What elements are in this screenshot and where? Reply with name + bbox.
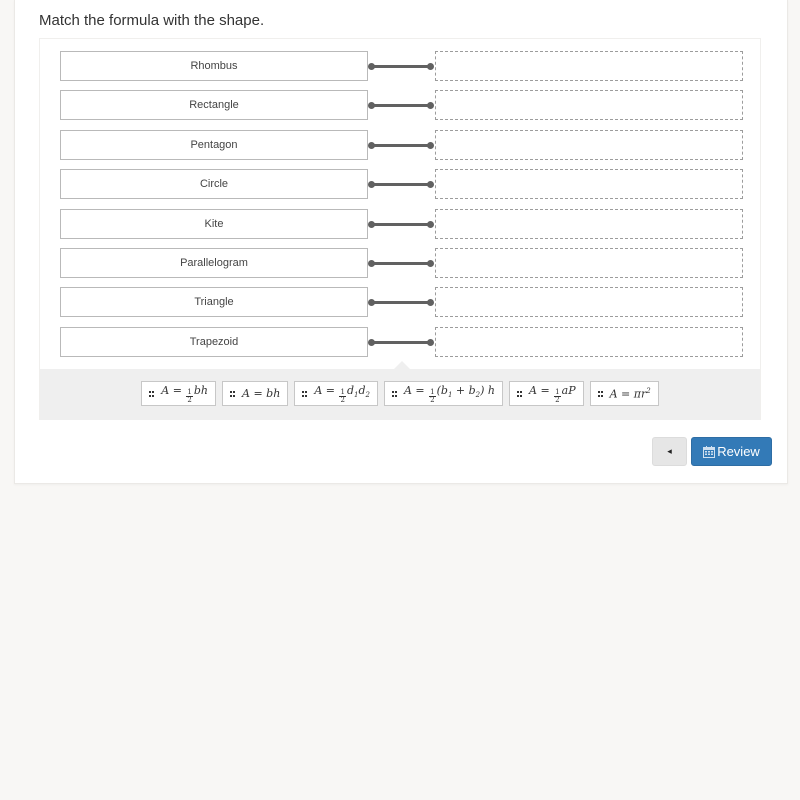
caret-left-icon: ◂ <box>667 446 672 456</box>
connector <box>368 63 434 70</box>
connector-line <box>371 183 431 187</box>
connector-dot-icon <box>368 338 375 346</box>
connector-dot-icon <box>427 63 434 70</box>
formula-text: A = πr2 <box>609 386 651 401</box>
match-row: Triangle <box>60 287 743 318</box>
connector <box>368 260 434 267</box>
shape-label: Triangle <box>60 287 368 318</box>
review-label: Review <box>717 444 760 459</box>
connector-dot-icon <box>368 102 375 110</box>
formula-text: A = 1 2 (b1 + b2) h <box>403 383 496 404</box>
connector <box>368 141 434 149</box>
connector-dot-icon <box>427 181 434 189</box>
drag-handle-icon <box>391 390 397 397</box>
match-row: Rhombus <box>60 51 743 81</box>
connector-dot-icon <box>427 220 434 228</box>
drag-handle-icon <box>597 390 603 397</box>
drag-handle-icon <box>517 390 523 397</box>
drop-target[interactable] <box>435 90 743 121</box>
formula-chip-half-bh[interactable]: A = 1 2 bh <box>141 381 217 406</box>
shape-label: Parallelogram <box>60 248 368 278</box>
connector-line <box>371 340 431 344</box>
connector-dot-icon <box>427 141 434 149</box>
drop-target[interactable] <box>435 248 743 278</box>
match-row: Pentagon <box>60 129 743 160</box>
drop-target[interactable] <box>435 208 743 239</box>
question-prompt: Match the formula with the shape. <box>39 12 265 29</box>
match-row: Rectangle <box>60 90 743 121</box>
drop-target[interactable] <box>435 287 743 318</box>
connector-dot-icon <box>427 260 434 267</box>
connector-line <box>371 143 431 147</box>
formula-chip-pi-r2[interactable]: A = πr2 <box>589 381 659 406</box>
formula-chip-half-aP[interactable]: A = 1 2 aP <box>509 381 584 406</box>
formula-text: A = 1 2 aP <box>529 383 576 404</box>
shape-label: Rectangle <box>60 90 368 121</box>
formula-text: A = 1 2 bh <box>161 383 209 404</box>
drop-target[interactable] <box>435 129 743 160</box>
connector <box>368 220 434 228</box>
connector-dot-icon <box>368 181 375 189</box>
connector-dot-icon <box>368 141 375 149</box>
matching-panel: Rhombus Rectangle Pentagon Circle Kite Parall… <box>39 38 761 420</box>
formula-text: A = 1 2 d1d2 <box>314 383 370 404</box>
connector-dot-icon <box>427 299 434 307</box>
connector <box>368 299 434 307</box>
formula-chip-half-d1d2[interactable]: A = 1 2 d1d2 <box>294 381 378 406</box>
shape-label: Circle <box>60 169 368 200</box>
drag-handle-icon <box>149 390 155 397</box>
review-button[interactable]: Review <box>691 437 772 466</box>
match-row: Kite <box>60 208 743 239</box>
connector-dot-icon <box>368 63 375 70</box>
connector-dot-icon <box>427 338 434 346</box>
shape-label: Kite <box>60 208 368 239</box>
connector-line <box>371 65 431 68</box>
match-row: Parallelogram <box>60 248 743 278</box>
formula-text: A = bh <box>242 387 281 400</box>
connector-dot-icon <box>368 260 375 267</box>
drag-handle-icon <box>302 390 308 397</box>
tray-caret <box>394 361 410 369</box>
match-row: Trapezoid <box>60 326 743 357</box>
drop-target[interactable] <box>435 326 743 357</box>
connector-dot-icon <box>368 299 375 307</box>
drop-target[interactable] <box>435 51 743 81</box>
connector <box>368 181 434 189</box>
back-button[interactable]: ◂ <box>652 437 687 466</box>
formula-chip-half-b1b2-h[interactable]: A = 1 2 (b1 + b2) h <box>383 381 504 406</box>
calendar-icon <box>703 445 716 458</box>
shape-label: Rhombus <box>60 51 368 81</box>
drop-target[interactable] <box>435 169 743 200</box>
connector-dot-icon <box>427 102 434 110</box>
shape-label: Pentagon <box>60 129 368 160</box>
formula-chip-bh[interactable]: A = bh <box>222 381 289 406</box>
shape-label: Trapezoid <box>60 326 368 357</box>
connector-line <box>371 301 431 305</box>
connector-line <box>371 104 431 108</box>
connector <box>368 338 434 346</box>
connector <box>368 102 434 110</box>
match-row: Circle <box>60 169 743 200</box>
formula-tray: A = 1 2 bh A = bh A = 1 2 d1d2 A = 1 2 (b1 + b… <box>40 361 760 420</box>
drag-handle-icon <box>230 390 236 397</box>
connector-line <box>371 262 431 265</box>
connector-line <box>371 222 431 226</box>
connector-dot-icon <box>368 220 375 228</box>
